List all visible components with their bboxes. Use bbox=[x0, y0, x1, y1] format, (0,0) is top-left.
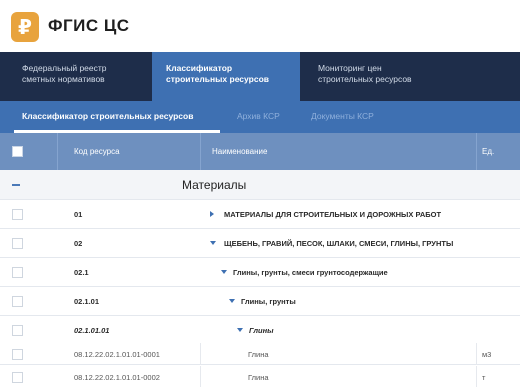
section-row[interactable]: Материалы bbox=[0, 170, 520, 200]
table-row[interactable]: 02.1.01.01 Глины bbox=[0, 316, 520, 345]
column-divider bbox=[200, 343, 201, 365]
nav-item-ksr[interactable]: Классификатор строительных ресурсов bbox=[152, 52, 300, 101]
row-checkbox[interactable] bbox=[12, 238, 23, 249]
resource-name: Глины bbox=[249, 326, 274, 335]
table-row[interactable]: 02 ЩЕБЕНЬ, ГРАВИЙ, ПЕСОК, ШЛАКИ, СМЕСИ, … bbox=[0, 229, 520, 258]
nav-item-label-line2: сметных нормативов bbox=[22, 74, 105, 84]
sub-navigation: Классификатор строительных ресурсов Архи… bbox=[0, 101, 520, 133]
column-divider bbox=[200, 366, 201, 387]
table-header: Код ресурса Наименование Ед. измерения bbox=[0, 133, 520, 193]
resource-unit: м3 bbox=[482, 350, 492, 359]
collapse-arrow-icon[interactable] bbox=[210, 241, 216, 245]
row-checkbox[interactable] bbox=[12, 325, 23, 336]
app-title: ФГИС ЦС bbox=[48, 16, 130, 35]
tab-ksr-documents[interactable]: Документы КСР bbox=[311, 101, 374, 133]
collapse-arrow-icon[interactable] bbox=[229, 299, 235, 303]
app-header: ₽ ФГИС ЦС bbox=[0, 0, 520, 52]
column-divider bbox=[200, 133, 201, 170]
nav-item-label-line1: Классификатор bbox=[166, 63, 233, 73]
row-checkbox[interactable] bbox=[12, 209, 23, 220]
resource-name: МАТЕРИАЛЫ ДЛЯ СТРОИТЕЛЬНЫХ И ДОРОЖНЫХ РА… bbox=[224, 210, 442, 219]
collapse-arrow-icon[interactable] bbox=[237, 328, 243, 332]
table-row[interactable]: 01 МАТЕРИАЛЫ ДЛЯ СТРОИТЕЛЬНЫХ И ДОРОЖНЫХ… bbox=[0, 200, 520, 229]
resource-code: 02.1.01.01 bbox=[74, 326, 110, 335]
column-divider bbox=[57, 133, 58, 170]
table-row[interactable]: 02.1.01 Глины, грунты bbox=[0, 287, 520, 316]
row-checkbox[interactable] bbox=[12, 372, 23, 383]
table-row[interactable]: 08.12.22.02.1.01.01-0002 Глина т bbox=[0, 366, 520, 387]
nav-item-monitoring[interactable]: Мониторинг цен строительных ресурсов bbox=[304, 52, 454, 101]
resource-name: Глины, грунты, смеси грунтосодержащие bbox=[233, 268, 388, 277]
row-checkbox[interactable] bbox=[12, 349, 23, 360]
select-all-checkbox[interactable] bbox=[12, 146, 23, 157]
resource-code: 08.12.22.02.1.01.01-0002 bbox=[74, 373, 160, 382]
column-divider bbox=[476, 343, 477, 365]
tab-ksr-classifier[interactable]: Классификатор строительных ресурсов bbox=[22, 101, 193, 133]
section-title: Материалы bbox=[182, 178, 247, 192]
column-header-unit[interactable]: Ед. измерения bbox=[482, 133, 520, 193]
column-header-code[interactable]: Код ресурса bbox=[74, 133, 120, 170]
resource-name: ЩЕБЕНЬ, ГРАВИЙ, ПЕСОК, ШЛАКИ, СМЕСИ, ГЛИ… bbox=[224, 239, 454, 248]
nav-item-fer[interactable]: Федеральный реестр сметных нормативов bbox=[12, 52, 152, 101]
ruble-icon: ₽ bbox=[18, 15, 32, 39]
ruble-logo-icon[interactable]: ₽ bbox=[11, 12, 39, 42]
resource-code: 02 bbox=[74, 239, 83, 248]
resource-code: 01 bbox=[74, 210, 83, 219]
row-checkbox[interactable] bbox=[12, 296, 23, 307]
collapse-arrow-icon[interactable] bbox=[221, 270, 227, 274]
expand-arrow-icon[interactable] bbox=[210, 211, 214, 217]
resource-unit: т bbox=[482, 373, 486, 382]
row-checkbox[interactable] bbox=[12, 267, 23, 278]
column-header-name[interactable]: Наименование bbox=[212, 133, 267, 170]
nav-item-label-line2: строительных ресурсов bbox=[166, 74, 269, 84]
tab-ksr-archive[interactable]: Архив КСР bbox=[237, 101, 280, 133]
nav-item-label-line1: Мониторинг цен bbox=[318, 63, 382, 73]
column-divider bbox=[476, 366, 477, 387]
nav-item-label-line2: строительных ресурсов bbox=[318, 74, 412, 84]
column-divider bbox=[476, 133, 477, 170]
resource-name: Глины, грунты bbox=[241, 297, 296, 306]
resource-name: Глина bbox=[248, 373, 269, 382]
resource-code: 08.12.22.02.1.01.01-0001 bbox=[74, 350, 160, 359]
table-row[interactable]: 08.12.22.02.1.01.01-0001 Глина м3 bbox=[0, 343, 520, 365]
table-row[interactable]: 02.1 Глины, грунты, смеси грунтосодержащ… bbox=[0, 258, 520, 287]
resource-name: Глина bbox=[248, 350, 269, 359]
nav-item-label-line1: Федеральный реестр bbox=[22, 63, 107, 73]
top-navigation: Федеральный реестр сметных нормативов Кл… bbox=[0, 52, 520, 101]
collapse-minus-icon[interactable] bbox=[12, 184, 20, 186]
resource-code: 02.1.01 bbox=[74, 297, 100, 306]
resource-code: 02.1 bbox=[74, 268, 89, 277]
